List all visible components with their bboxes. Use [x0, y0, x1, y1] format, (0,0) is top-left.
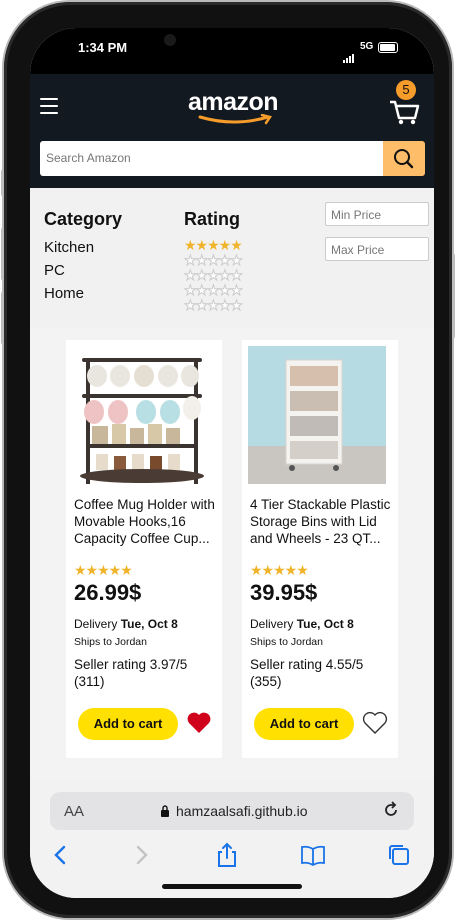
- product-grid: Coffee Mug Holder with Movable Hooks,16 …: [30, 328, 434, 778]
- cart-count-badge: 5: [396, 80, 416, 100]
- add-to-cart-button[interactable]: Add to cart: [254, 708, 354, 740]
- product-rating-stars: ★★★★★: [74, 562, 133, 578]
- network-label: 5G: [360, 41, 374, 52]
- url-text[interactable]: hamzaalsafi.github.io: [176, 803, 308, 819]
- volume-up-button: [1, 228, 4, 280]
- site-header: amazon 5 Search Amazon: [30, 74, 434, 188]
- battery-icon: [378, 42, 398, 53]
- screen: 1:34 PM 5G amazon 5 Search Amazon Catego…: [30, 28, 434, 898]
- volume-down-button: [1, 292, 4, 344]
- mute-switch: [1, 170, 4, 196]
- amazon-logo[interactable]: amazon: [188, 88, 288, 125]
- search-button[interactable]: [383, 141, 425, 176]
- browser-toolbar: AA hamzaalsafi.github.io: [30, 778, 434, 898]
- rating-heading: Rating: [184, 209, 240, 229]
- category-kitchen[interactable]: Kitchen: [44, 239, 94, 256]
- category-home[interactable]: Home: [44, 285, 84, 302]
- share-icon[interactable]: [214, 842, 240, 868]
- logo-text: amazon: [188, 88, 279, 116]
- product-card[interactable]: 4 Tier Stackable Plastic Storage Bins wi…: [242, 340, 398, 758]
- product-title[interactable]: 4 Tier Stackable Plastic Storage Bins wi…: [250, 496, 398, 547]
- heart-outline-icon[interactable]: [362, 710, 388, 736]
- bookmarks-icon[interactable]: [300, 842, 326, 868]
- product-image-storage-bins[interactable]: [248, 346, 386, 484]
- address-bar[interactable]: AA hamzaalsafi.github.io: [50, 792, 414, 830]
- smile-arrow-icon: [198, 114, 273, 125]
- product-rating-stars: ★★★★★: [250, 562, 309, 578]
- product-price: 39.95$: [250, 580, 318, 605]
- reload-icon[interactable]: [382, 801, 400, 819]
- delivery-info: Delivery Tue, Oct 8: [74, 617, 178, 631]
- product-image-mug-holder[interactable]: [72, 346, 210, 484]
- seller-rating: Seller rating 3.97/5 (311): [74, 657, 188, 689]
- delivery-info: Delivery Tue, Oct 8: [250, 617, 354, 631]
- reader-aa-button[interactable]: AA: [64, 803, 84, 820]
- delivery-label: Delivery: [74, 617, 121, 631]
- seller-rating: Seller rating 4.55/5 (355): [250, 657, 364, 689]
- back-icon[interactable]: [48, 842, 74, 868]
- delivery-label: Delivery: [250, 617, 297, 631]
- tabs-icon[interactable]: [386, 842, 412, 868]
- status-bar: 1:34 PM 5G: [30, 28, 434, 74]
- ships-to: Ships to Jordan: [250, 636, 323, 648]
- category-pc[interactable]: PC: [44, 262, 65, 279]
- add-to-cart-button[interactable]: Add to cart: [78, 708, 178, 740]
- heart-filled-icon[interactable]: [186, 710, 212, 736]
- home-indicator[interactable]: [162, 884, 302, 889]
- product-price: 26.99$: [74, 580, 142, 605]
- search-input[interactable]: Search Amazon: [40, 141, 385, 176]
- forward-icon[interactable]: [128, 842, 154, 868]
- hamburger-menu-icon[interactable]: [40, 98, 58, 114]
- signal-icon: [343, 45, 355, 63]
- phone-frame: 1:34 PM 5G amazon 5 Search Amazon Catego…: [1, 2, 455, 918]
- product-title[interactable]: Coffee Mug Holder with Movable Hooks,16 …: [74, 496, 222, 547]
- rating-filter-1[interactable]: ★★★★★: [184, 297, 244, 315]
- max-price-input[interactable]: Max Price: [325, 237, 429, 261]
- delivery-date: Tue, Oct 8: [296, 617, 354, 631]
- search-icon: [394, 149, 414, 169]
- lock-icon: [161, 805, 169, 817]
- delivery-date: Tue, Oct 8: [120, 617, 178, 631]
- product-card[interactable]: Coffee Mug Holder with Movable Hooks,16 …: [66, 340, 222, 758]
- min-price-input[interactable]: Min Price: [325, 202, 429, 226]
- front-camera: [164, 34, 176, 46]
- filter-panel: Category Kitchen PC Home Rating ★★★★★ ★★…: [30, 188, 434, 328]
- status-time: 1:34 PM: [78, 40, 128, 55]
- shopping-cart-icon[interactable]: [388, 96, 420, 126]
- power-button: [452, 254, 455, 338]
- ships-to: Ships to Jordan: [74, 636, 147, 648]
- category-heading: Category: [44, 209, 123, 229]
